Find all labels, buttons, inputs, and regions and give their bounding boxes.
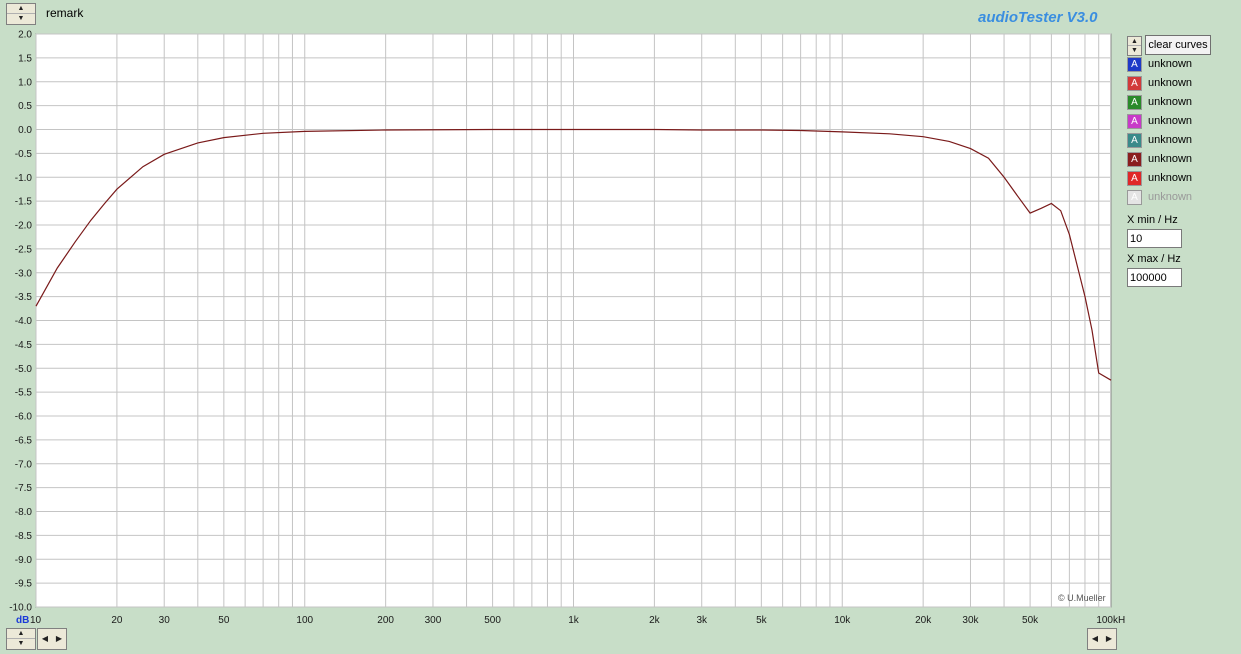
xmax-label: X max / Hz [1127,253,1181,265]
y-tick-label: 0.5 [18,101,32,112]
curve-label: unknown [1148,115,1193,127]
y-tick-label: -3.5 [15,292,33,303]
x-tick-label: 200 [377,615,394,626]
y-tick-label: -10.0 [9,603,32,614]
spinner-down-icon[interactable]: ▼ [7,14,35,24]
arrow-right-icon[interactable]: ▶ [1102,629,1116,649]
curve-color-icon[interactable]: A [1127,190,1142,205]
y-tick-label: -2.5 [15,244,33,255]
y-axis-ticks: 2.0 1.5 1.0 0.5 0.0 -0.5 -1.0 -1.5 -2.0 -2.5 -3.0 -… [9,30,32,614]
y-tick-label: -4.5 [15,340,33,351]
y-tick-label: -5.0 [15,364,33,375]
x-axis-ticks: 10 20 30 50 100 200 300 500 1k 2k 3k 5k 10k 20k 30k 50k… [30,615,1113,626]
curve-label: unknown [1148,191,1193,203]
remark-label: remark [46,6,84,20]
y-tick-label: -3.0 [15,268,33,279]
x-tick-label: 10 [30,615,42,626]
x-tick-label: 50k [1022,615,1039,626]
curve-label: unknown [1148,58,1193,70]
curve-label: unknown [1148,77,1193,89]
x-tick-label: 30k [962,615,979,626]
x-tick-label: 30 [159,615,171,626]
x-tick-label: 10k [834,615,851,626]
y-tick-label: 1.0 [18,77,32,88]
y-tick-label: -1.5 [15,197,33,208]
curve-label: unknown [1148,172,1193,184]
xmin-input[interactable] [1127,229,1182,248]
x-end-scroll[interactable]: ◀ ▶ [1087,628,1117,650]
y-unit-label: dB [16,615,29,626]
y-tick-label: -7.0 [15,459,33,470]
curve-color-icon[interactable]: A [1127,152,1142,167]
x-tick-label: 5k [756,615,768,626]
y-tick-label: -8.5 [15,531,33,542]
y-tick-label: -1.0 [15,173,33,184]
x-start-scroll[interactable]: ◀ ▶ [37,628,67,650]
x-tick-label: 20k [915,615,932,626]
copyright-text: © U.Mueller [1058,593,1106,603]
x-tick-label: 50 [218,615,230,626]
y-tick-label: -0.5 [15,149,33,160]
y-tick-label: -4.0 [15,316,33,327]
x-tick-label: 3k [696,615,708,626]
x-tick-label: 2k [649,615,661,626]
spinner-up-icon[interactable]: ▲ [1128,37,1141,46]
curve-label: unknown [1148,96,1193,108]
y-tick-label: -9.0 [15,555,33,566]
y-tick-label: -5.5 [15,388,33,399]
xmin-label: X min / Hz [1127,214,1178,226]
x-unit-label: kHz [1113,615,1125,626]
curve-label: unknown [1148,134,1193,146]
x-tick-label: 500 [484,615,501,626]
xmax-input[interactable] [1127,268,1182,287]
curve-color-icon[interactable]: A [1127,133,1142,148]
spinner-down-icon[interactable]: ▼ [1128,46,1141,55]
spinner-down-icon[interactable]: ▼ [7,639,35,649]
curve-color-icon[interactable]: A [1127,95,1142,110]
x-tick-label: 20 [111,615,123,626]
x-tick-label: 100 [1096,615,1113,626]
curve-color-icon[interactable]: A [1127,57,1142,72]
y-tick-label: 1.5 [18,53,32,64]
x-tick-label: 100 [296,615,313,626]
clear-curves-button[interactable]: clear curves [1145,35,1211,55]
arrow-left-icon[interactable]: ◀ [38,629,52,649]
y-tick-label: -6.0 [15,412,33,423]
curve-label: unknown [1148,153,1193,165]
y-tick-label: -8.0 [15,507,33,518]
spinner-up-icon[interactable]: ▲ [7,629,35,639]
y-tick-label: -6.5 [15,435,33,446]
y-scale-spinner[interactable]: ▲ ▼ [6,628,36,650]
app-title: audioTester V3.0 [978,9,1098,26]
arrow-left-icon[interactable]: ◀ [1088,629,1102,649]
curve-color-icon[interactable]: A [1127,114,1142,129]
spinner-up-icon[interactable]: ▲ [7,4,35,14]
frequency-response-chart: 2.0 1.5 1.0 0.5 0.0 -0.5 -1.0 -1.5 -2.0 -2.5 -3.0 -… [9,30,1125,627]
remark-spinner[interactable]: ▲ ▼ [6,3,36,25]
curve-spinner[interactable]: ▲ ▼ [1127,36,1142,56]
arrow-right-icon[interactable]: ▶ [52,629,66,649]
curve-color-icon[interactable]: A [1127,171,1142,186]
y-tick-label: -9.5 [15,579,33,590]
y-tick-label: 2.0 [18,30,32,41]
x-tick-label: 300 [425,615,442,626]
y-tick-label: -2.0 [15,221,33,232]
x-tick-label: 1k [568,615,580,626]
y-tick-label: 0.0 [18,125,32,136]
curve-color-icon[interactable]: A [1127,76,1142,91]
y-tick-label: -7.5 [15,483,33,494]
